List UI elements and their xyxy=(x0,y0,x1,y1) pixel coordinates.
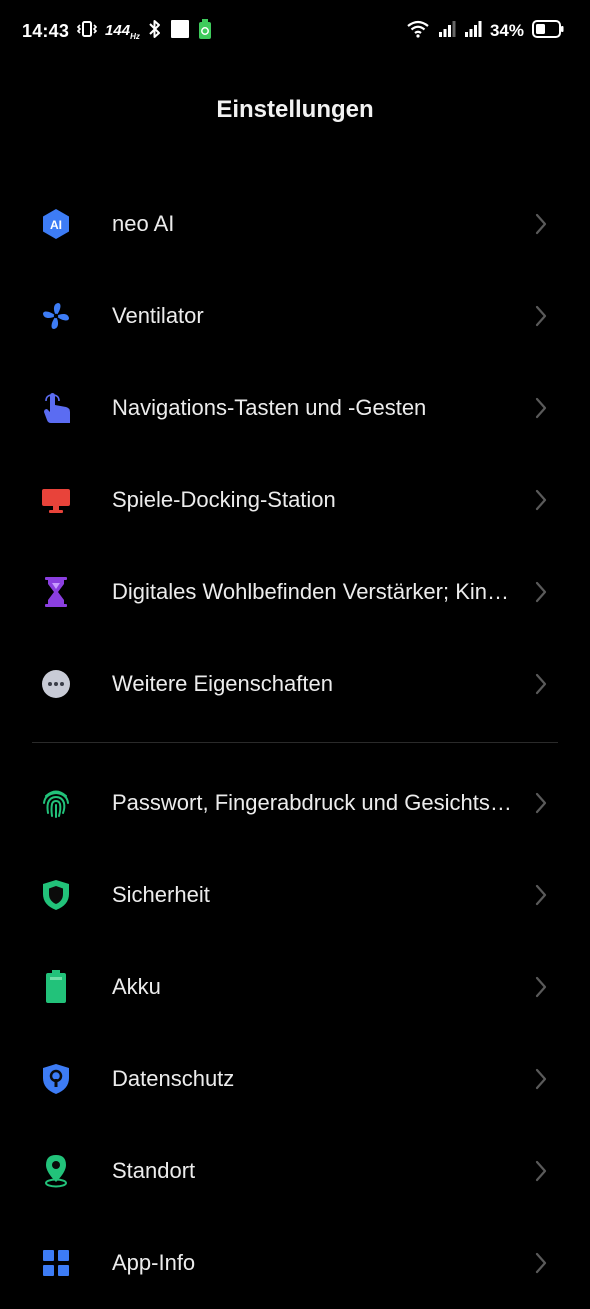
chevron-right-icon xyxy=(532,580,550,604)
settings-item-more-features[interactable]: Weitere Eigenschaften xyxy=(0,638,590,730)
fan-icon xyxy=(40,300,72,332)
settings-item-neo-ai[interactable]: AI neo AI xyxy=(0,178,590,270)
chevron-right-icon xyxy=(532,396,550,420)
signal-icon xyxy=(438,20,456,43)
chevron-right-icon xyxy=(532,212,550,236)
settings-item-label: Akku xyxy=(112,974,161,999)
page-title: Einstellungen xyxy=(216,96,374,123)
settings-item-battery[interactable]: Akku xyxy=(0,941,590,1033)
settings-item-label: Passwort, Fingerabdruck und Gesichtserke… xyxy=(112,790,512,815)
more-icon xyxy=(40,668,72,700)
settings-item-privacy[interactable]: Datenschutz xyxy=(0,1033,590,1125)
settings-item-label: Standort xyxy=(112,1158,196,1183)
settings-item-label: Ventilator xyxy=(112,303,204,328)
settings-list: AI neo AI Ventilator Navigations-Tasten … xyxy=(0,178,590,1309)
status-left: 14:43 144Hz xyxy=(22,18,212,44)
wifi-icon xyxy=(406,19,430,44)
settings-item-label: App-Info xyxy=(112,1250,196,1275)
bluetooth-icon xyxy=(148,19,162,44)
status-time: 14:43 xyxy=(22,20,70,41)
battery-saver-icon xyxy=(198,18,212,44)
chevron-right-icon xyxy=(532,488,550,512)
settings-item-label: Spiele-Docking-Station xyxy=(112,487,336,512)
settings-item-digital-wellbeing[interactable]: Digitales Wohlbefinden Verstärker; Kinde… xyxy=(0,546,590,638)
white-square-icon xyxy=(170,19,190,44)
chevron-right-icon xyxy=(532,883,550,907)
chevron-right-icon xyxy=(532,1251,550,1275)
fingerprint-icon xyxy=(40,787,72,819)
settings-item-location[interactable]: Standort xyxy=(0,1125,590,1217)
settings-item-label: Digitales Wohlbefinden Verstärker; Kinde… xyxy=(112,579,512,604)
chevron-right-icon xyxy=(532,975,550,999)
location-icon xyxy=(40,1155,72,1188)
settings-item-navigation-gestures[interactable]: Navigations-Tasten und -Gesten xyxy=(0,362,590,454)
settings-item-password-fingerprint[interactable]: Passwort, Fingerabdruck und Gesichtserke… xyxy=(0,757,590,849)
chevron-right-icon xyxy=(532,672,550,696)
refresh-rate-value: 144 xyxy=(105,21,131,39)
settings-item-ventilator[interactable]: Ventilator xyxy=(0,270,590,362)
refresh-rate-unit: Hz xyxy=(130,31,140,41)
settings-item-label: neo AI xyxy=(112,211,175,236)
chevron-right-icon xyxy=(532,304,550,328)
signal-icon xyxy=(464,20,482,43)
settings-item-label: Navigations-Tasten und -Gesten xyxy=(112,395,427,420)
battery-icon xyxy=(532,19,564,43)
status-bar: 14:43 144Hz 34% xyxy=(0,0,590,62)
chevron-right-icon xyxy=(532,791,550,815)
refresh-rate-indicator: 144Hz xyxy=(105,22,140,41)
shield-icon xyxy=(40,879,72,911)
chevron-right-icon xyxy=(532,1159,550,1183)
settings-item-label: Weitere Eigenschaften xyxy=(112,671,333,696)
section-divider xyxy=(32,742,558,743)
battery-percent: 34% xyxy=(489,21,524,40)
settings-item-security[interactable]: Sicherheit xyxy=(0,849,590,941)
settings-item-game-dock[interactable]: Spiele-Docking-Station xyxy=(0,454,590,546)
touch-hand-icon xyxy=(40,392,72,424)
settings-item-label: Datenschutz xyxy=(112,1066,235,1091)
settings-item-app-info[interactable]: App-Info xyxy=(0,1217,590,1309)
ai-icon: AI xyxy=(40,208,72,240)
chevron-right-icon xyxy=(532,1067,550,1091)
apps-grid-icon xyxy=(40,1247,72,1279)
settings-item-label: Sicherheit xyxy=(112,882,210,907)
battery-icon xyxy=(40,970,72,1003)
privacy-lock-icon xyxy=(40,1063,72,1095)
monitor-icon xyxy=(40,484,72,516)
vibrate-icon xyxy=(76,20,98,43)
hourglass-icon xyxy=(40,576,72,608)
svg-text:AI: AI xyxy=(50,218,62,232)
status-right: 34% xyxy=(406,19,564,44)
